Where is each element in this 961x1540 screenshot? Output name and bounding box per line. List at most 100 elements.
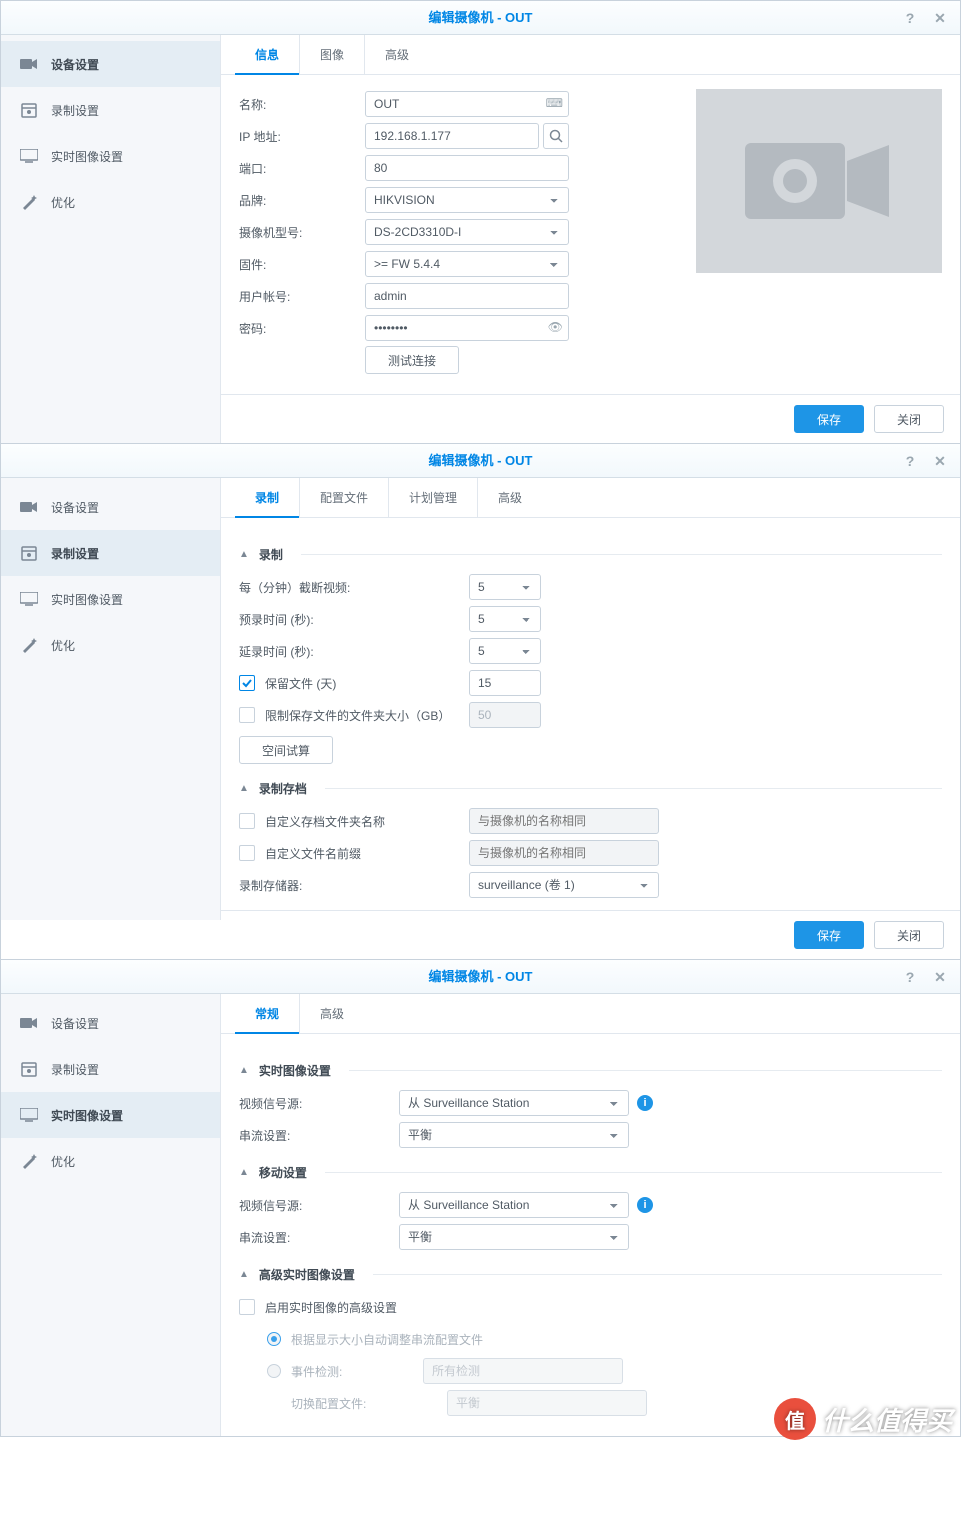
info-icon[interactable]: i bbox=[637, 1095, 653, 1111]
tab-image[interactable]: 图像 bbox=[300, 35, 365, 75]
sidebar-item-live[interactable]: 实时图像设置 bbox=[1, 576, 220, 622]
help-icon[interactable]: ? bbox=[898, 1, 922, 35]
sidebar-item-record[interactable]: 录制设置 bbox=[1, 1046, 220, 1092]
label-password: 密码: bbox=[239, 320, 365, 337]
sidebar-label: 设备设置 bbox=[51, 1015, 99, 1032]
tab-general[interactable]: 常规 bbox=[235, 994, 300, 1034]
label-keepdays: 保留文件 (天) bbox=[265, 675, 336, 692]
sidebar-item-optimize[interactable]: 优化 bbox=[1, 179, 220, 225]
label-stream: 串流设置: bbox=[239, 1127, 399, 1144]
section-archive[interactable]: ▲录制存档 bbox=[239, 770, 942, 806]
tabs: 信息 图像 高级 bbox=[221, 35, 960, 75]
label-customfolder: 自定义存档文件夹名称 bbox=[265, 813, 385, 830]
select-model[interactable]: DS-2CD3310D-I bbox=[365, 219, 569, 245]
label-user: 用户帐号: bbox=[239, 288, 365, 305]
help-icon[interactable]: ? bbox=[898, 960, 922, 994]
radio-event bbox=[267, 1364, 281, 1378]
checkbox-keepdays[interactable] bbox=[239, 675, 255, 691]
wand-icon bbox=[19, 635, 39, 655]
sidebar-item-device[interactable]: 设备设置 bbox=[1, 1000, 220, 1046]
select-firmware[interactable]: >= FW 5.4.4 bbox=[365, 251, 569, 277]
select-source-live[interactable]: 从 Surveillance Station bbox=[399, 1090, 629, 1116]
camera-icon bbox=[19, 54, 39, 74]
input-user[interactable] bbox=[365, 283, 569, 309]
sidebar-item-device[interactable]: 设备设置 bbox=[1, 41, 220, 87]
label-source: 视频信号源: bbox=[239, 1095, 399, 1112]
section-live[interactable]: ▲实时图像设置 bbox=[239, 1052, 942, 1088]
select-prerecord[interactable]: 5 bbox=[469, 606, 541, 632]
save-button[interactable]: 保存 bbox=[794, 405, 864, 433]
save-button[interactable]: 保存 bbox=[794, 921, 864, 949]
checkbox-limitsize[interactable] bbox=[239, 707, 255, 723]
space-estimate-button[interactable]: 空间试算 bbox=[239, 736, 333, 764]
section-record[interactable]: ▲录制 bbox=[239, 536, 942, 572]
tab-advanced[interactable]: 高级 bbox=[300, 994, 364, 1034]
eye-icon[interactable]: 👁 bbox=[548, 320, 563, 334]
sidebar-item-optimize[interactable]: 优化 bbox=[1, 1138, 220, 1184]
monitor-icon bbox=[19, 1105, 39, 1125]
sidebar-item-record[interactable]: 录制设置 bbox=[1, 87, 220, 133]
checkbox-customfolder[interactable] bbox=[239, 813, 255, 829]
select-truncate[interactable]: 5 bbox=[469, 574, 541, 600]
tab-profile[interactable]: 配置文件 bbox=[300, 478, 389, 518]
select-storage[interactable]: surveillance (卷 1) bbox=[469, 872, 659, 898]
dialog-device-settings: 编辑摄像机 - OUT ? ✕ 设备设置 录制设置 实时图像设置 优化 bbox=[0, 0, 961, 444]
label-name: 名称: bbox=[239, 96, 365, 113]
chevron-up-icon: ▲ bbox=[239, 549, 249, 560]
sidebar-item-optimize[interactable]: 优化 bbox=[1, 622, 220, 668]
sidebar-item-live[interactable]: 实时图像设置 bbox=[1, 133, 220, 179]
input-port[interactable] bbox=[365, 155, 569, 181]
label-brand: 品牌: bbox=[239, 192, 365, 209]
sidebar-item-device[interactable]: 设备设置 bbox=[1, 484, 220, 530]
select-source-mobile[interactable]: 从 Surveillance Station bbox=[399, 1192, 629, 1218]
label-limitsize: 限制保存文件的文件夹大小（GB） bbox=[265, 707, 450, 724]
select-brand[interactable]: HIKVISION bbox=[365, 187, 569, 213]
search-ip-button[interactable] bbox=[543, 123, 569, 149]
tab-record[interactable]: 录制 bbox=[235, 478, 300, 518]
close-button[interactable]: 关闭 bbox=[874, 921, 944, 949]
input-customprefix bbox=[469, 840, 659, 866]
sidebar-label: 设备设置 bbox=[51, 56, 99, 73]
test-connection-button[interactable]: 测试连接 bbox=[365, 346, 459, 374]
close-icon[interactable]: ✕ bbox=[928, 1, 952, 35]
tab-advanced[interactable]: 高级 bbox=[478, 478, 542, 518]
select-stream-live[interactable]: 平衡 bbox=[399, 1122, 629, 1148]
label-source: 视频信号源: bbox=[239, 1197, 399, 1214]
label-prerecord: 预录时间 (秒): bbox=[239, 611, 469, 628]
checkbox-customprefix[interactable] bbox=[239, 845, 255, 861]
select-event: 所有检测 bbox=[423, 1358, 623, 1384]
titlebar: 编辑摄像机 - OUT ?✕ bbox=[1, 444, 960, 478]
label-firmware: 固件: bbox=[239, 256, 365, 273]
tabs: 录制 配置文件 计划管理 高级 bbox=[221, 478, 960, 518]
sidebar-item-live[interactable]: 实时图像设置 bbox=[1, 1092, 220, 1138]
help-icon[interactable]: ? bbox=[898, 444, 922, 478]
input-customfolder bbox=[469, 808, 659, 834]
input-ip[interactable] bbox=[365, 123, 539, 149]
sidebar-label: 录制设置 bbox=[51, 545, 99, 562]
label-port: 端口: bbox=[239, 160, 365, 177]
calendar-icon bbox=[19, 543, 39, 563]
monitor-icon bbox=[19, 146, 39, 166]
sidebar-label: 实时图像设置 bbox=[51, 1107, 123, 1124]
input-password[interactable] bbox=[365, 315, 569, 341]
select-stream-mobile[interactable]: 平衡 bbox=[399, 1224, 629, 1250]
section-advlive[interactable]: ▲高级实时图像设置 bbox=[239, 1256, 942, 1292]
close-icon[interactable]: ✕ bbox=[928, 960, 952, 994]
input-name[interactable] bbox=[365, 91, 569, 117]
keyboard-icon[interactable]: ⌨ bbox=[546, 96, 563, 110]
sidebar-item-record[interactable]: 录制设置 bbox=[1, 530, 220, 576]
select-postrecord[interactable]: 5 bbox=[469, 638, 541, 664]
tab-schedule[interactable]: 计划管理 bbox=[389, 478, 478, 518]
checkbox-enable-advanced[interactable] bbox=[239, 1299, 255, 1315]
tab-advanced[interactable]: 高级 bbox=[365, 35, 429, 75]
close-icon[interactable]: ✕ bbox=[928, 444, 952, 478]
label-customprefix: 自定义文件名前缀 bbox=[265, 845, 361, 862]
label-event: 事件检测: bbox=[291, 1363, 423, 1380]
input-keepdays[interactable] bbox=[469, 670, 541, 696]
info-icon[interactable]: i bbox=[637, 1197, 653, 1213]
section-mobile[interactable]: ▲移动设置 bbox=[239, 1154, 942, 1190]
sidebar: 设备设置 录制设置 实时图像设置 优化 bbox=[1, 35, 221, 443]
close-button[interactable]: 关闭 bbox=[874, 405, 944, 433]
sidebar-label: 优化 bbox=[51, 637, 75, 654]
tab-info[interactable]: 信息 bbox=[235, 35, 300, 75]
